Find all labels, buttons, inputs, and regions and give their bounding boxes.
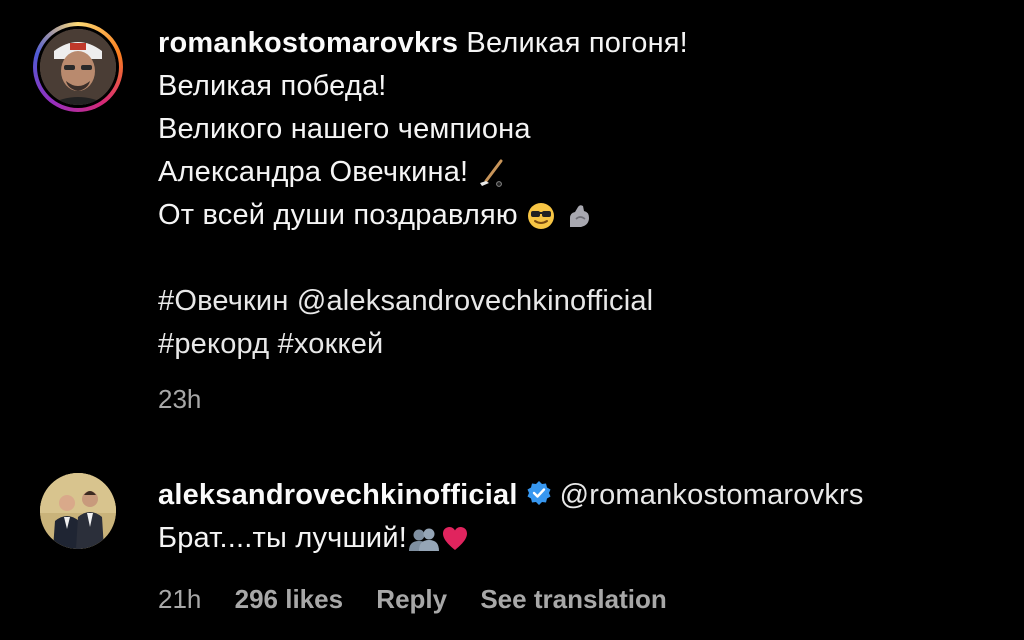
verified-badge-icon: [527, 481, 551, 506]
reply-button[interactable]: Reply: [376, 584, 447, 614]
flexed-biceps-icon: [570, 205, 590, 228]
comment-1-blank-line: [158, 237, 688, 280]
avatar-story-ring[interactable]: [33, 22, 123, 112]
comment-2-first-line: aleksandrovechkinofficial @romankostomar…: [158, 474, 864, 517]
comment-2-line-wrap: Брат....ты лучший!: [158, 517, 864, 560]
comment-1-line-2: Великая победа!: [158, 70, 387, 102]
comment-2-text: Брат....ты лучший!: [158, 522, 407, 554]
comment-1-body: romankostomarovkrs Великая погоня! Велик…: [158, 22, 688, 366]
comment-1-line-5-wrap: От всей души поздравляю: [158, 194, 688, 237]
mention-ovechkin-link[interactable]: @aleksandrovechkinofficial: [297, 285, 654, 317]
comment-2-username[interactable]: aleksandrovechkinofficial: [158, 479, 518, 511]
see-translation-button[interactable]: See translation: [480, 584, 666, 614]
red-heart-icon: [442, 527, 467, 551]
comment-1-timestamp[interactable]: 23h: [158, 384, 201, 414]
comment-1-line-3: Великого нашего чемпиона: [158, 113, 531, 145]
busts-in-silhouette-icon: [408, 528, 439, 552]
comment-1-username[interactable]: romankostomarovkrs: [158, 27, 458, 59]
sunglasses-face-icon: [528, 203, 555, 230]
hashtag-hockey-link[interactable]: #хоккей: [278, 328, 384, 360]
avatar[interactable]: [40, 473, 116, 549]
avatar: [40, 29, 116, 105]
comment-1-meta: 23h: [158, 384, 227, 415]
hashtag-record-link[interactable]: #рекорд: [158, 328, 269, 360]
comment-1-line-5: От всей души поздравляю: [158, 199, 518, 231]
comment-2-timestamp[interactable]: 21h: [158, 584, 201, 614]
comment-1-line-4-wrap: Александра Овечкина!: [158, 151, 688, 194]
comment-2-likes-link[interactable]: 296 likes: [235, 584, 343, 614]
hockey-stick-icon: [479, 159, 503, 188]
comment-1-first-line: romankostomarovkrs Великая погоня!: [158, 22, 688, 65]
avatar-ring-gap: [37, 26, 119, 108]
comment-1-line-1: Великая погоня!: [466, 27, 688, 59]
comment-2-body: aleksandrovechkinofficial @romankostomar…: [158, 474, 864, 560]
comment-2-meta: 21h 296 likes Reply See translation: [158, 584, 693, 615]
hashtag-ovechkin-link[interactable]: #Овечкин: [158, 285, 289, 317]
avatar-photo-icon: [40, 473, 116, 549]
mention-romankostomarov-link[interactable]: @romankostomarovkrs: [560, 479, 864, 511]
comment-1-line-4: Александра Овечкина!: [158, 156, 469, 188]
comment-1-tags-line-1: #Овечкин @aleksandrovechkinofficial: [158, 280, 688, 323]
avatar-portrait-icon: [40, 29, 116, 105]
comment-1-tags-line-2: #рекорд #хоккей: [158, 323, 688, 366]
